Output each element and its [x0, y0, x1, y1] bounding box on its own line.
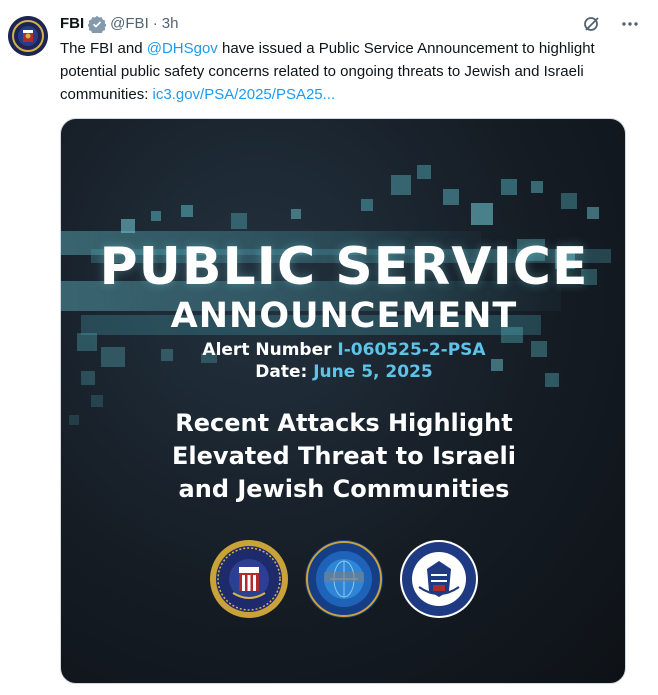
tweet-text: The FBI and @DHSgov have issued a Public…	[60, 37, 620, 106]
dhs-seal-icon	[399, 539, 479, 619]
date-value: June 5, 2025	[313, 362, 433, 382]
agency-seals	[61, 539, 625, 625]
headline-line2: Elevated Threat to Israeli	[172, 442, 516, 470]
psa-title-line2: ANNOUNCEMENT	[170, 296, 518, 336]
tweet-header: FBI @FBI · 3h	[60, 14, 179, 35]
more-icon[interactable]	[620, 14, 640, 34]
avatar[interactable]	[8, 16, 48, 56]
timestamp[interactable]: 3h	[162, 14, 179, 34]
fbi-seal-avatar-icon	[8, 16, 48, 56]
psa-url-link[interactable]: ic3.gov/PSA/2025/PSA25...	[153, 86, 336, 103]
grok-icon[interactable]	[582, 14, 602, 34]
alert-number: Alert Number I-060525-2-PSA	[61, 339, 625, 361]
fbi-seal-icon	[209, 539, 289, 619]
alert-value: I-060525-2-PSA	[337, 340, 486, 360]
alert-label: Alert Number	[202, 340, 338, 360]
handle[interactable]: @FBI	[110, 14, 149, 34]
tweet-text-part1: The FBI and	[60, 40, 147, 57]
psa-headline: Recent Attacks Highlight Elevated Threat…	[61, 407, 625, 506]
verified-badge-icon	[87, 15, 107, 35]
ic3-seal-icon	[304, 539, 384, 619]
psa-date: Date: June 5, 2025	[61, 361, 625, 383]
display-name[interactable]: FBI	[60, 14, 84, 34]
psa-title-line1: PUBLIC SERVICE	[99, 237, 589, 297]
tweet[interactable]: FBI @FBI · 3h The FBI and @DHSgov have i	[0, 0, 658, 695]
tweet-media-image[interactable]: PUBLIC SERVICE ANNOUNCEMENT Alert Number…	[60, 118, 626, 684]
mention-link[interactable]: @DHSgov	[147, 40, 218, 57]
separator: ·	[152, 15, 158, 32]
headline-line3: and Jewish Communities	[178, 475, 510, 503]
date-label: Date:	[255, 362, 314, 382]
header-actions	[582, 14, 640, 34]
headline-line1: Recent Attacks Highlight	[175, 409, 513, 437]
